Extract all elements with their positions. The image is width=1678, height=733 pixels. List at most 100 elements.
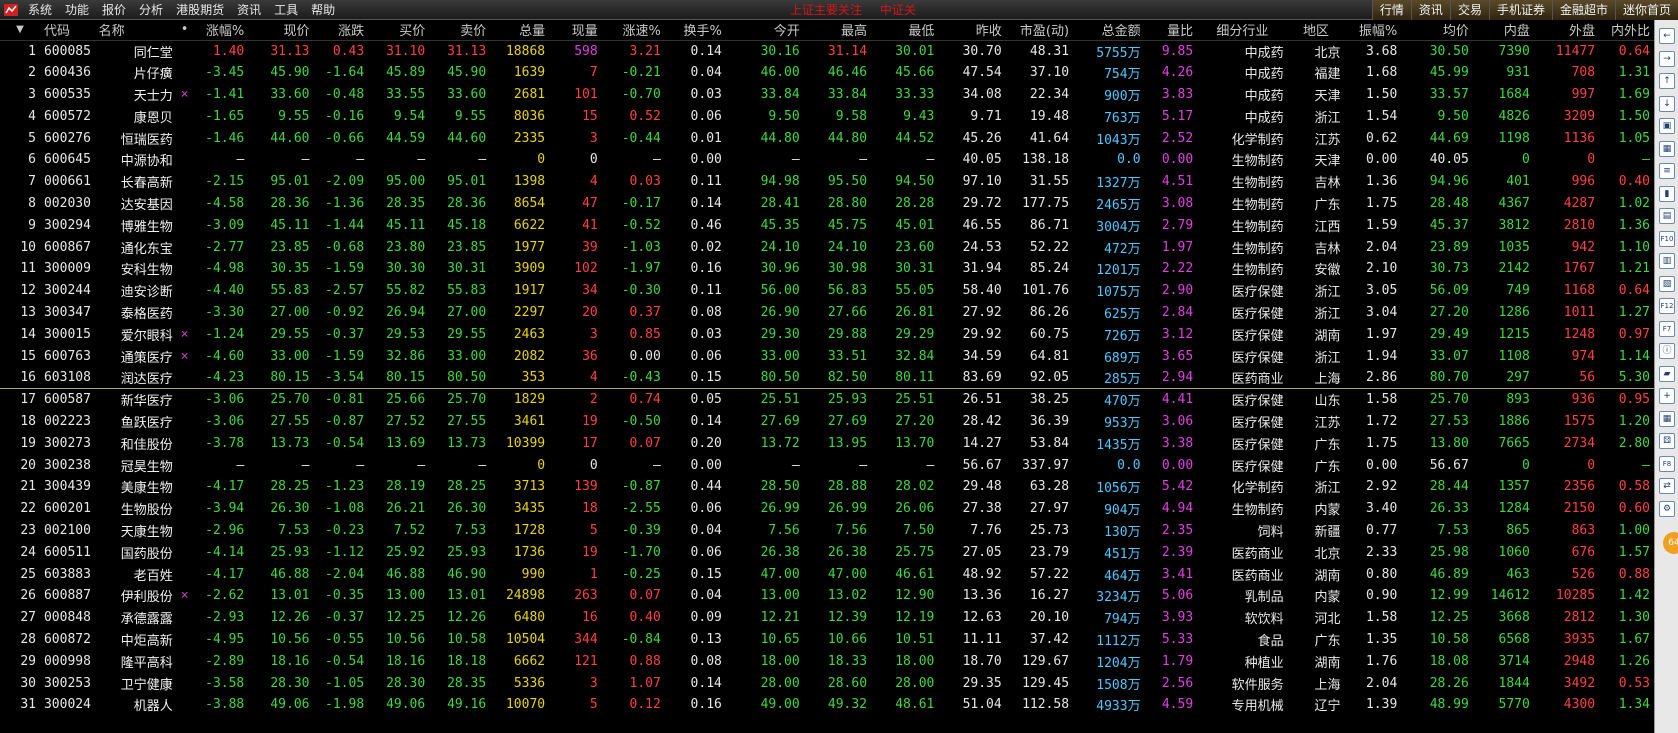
- column-header-16[interactable]: 昨收: [938, 20, 1006, 41]
- table-row[interactable]: 22 600201 生物股份 -3.94 26.30 -1.08 26.21 26.30 343…: [0, 498, 1654, 520]
- table-row[interactable]: 10 600867 通化东宝 -2.77 23.85 -0.68 23.80 23.85 197…: [0, 236, 1654, 258]
- table-row[interactable]: 13 300347 泰格医药 -3.30 27.00 -0.92 26.94 27.00 229…: [0, 302, 1654, 324]
- arrow-up-icon[interactable]: ↑: [1659, 73, 1675, 89]
- column-header-3[interactable]: •: [176, 20, 190, 41]
- top-button-1[interactable]: 资讯: [1410, 0, 1450, 20]
- arrow-down-icon[interactable]: ↓: [1659, 95, 1675, 112]
- table-row[interactable]: 28 600872 中炬高新 -4.95 10.56 -0.55 10.56 10.58 105…: [0, 629, 1654, 651]
- table-row[interactable]: 4 600572 康恩贝 -1.65 9.55 -0.16 9.54 9.55 8036 15 0.…: [0, 105, 1654, 127]
- column-header-14[interactable]: 最高: [803, 20, 872, 41]
- column-header-4[interactable]: 涨幅%: [189, 20, 249, 41]
- column-header-23[interactable]: 均价: [1401, 20, 1473, 41]
- arrow-left-icon[interactable]: ←: [1659, 28, 1675, 44]
- top-button-0[interactable]: 行情: [1371, 0, 1411, 20]
- column-header-19[interactable]: 量比: [1144, 20, 1198, 41]
- notification-badge[interactable]: 64: [1663, 532, 1678, 554]
- column-header-2[interactable]: 名称: [94, 20, 177, 41]
- info-icon[interactable]: ⓘ: [1659, 343, 1675, 359]
- grid-icon[interactable]: ▤: [1659, 208, 1675, 224]
- column-header-11[interactable]: 涨速%: [601, 20, 665, 41]
- table-row[interactable]: 1 600085 同仁堂 1.40 31.13 0.43 31.10 31.13 18868 59…: [0, 40, 1654, 62]
- dice-icon[interactable]: ⚄: [1659, 433, 1675, 449]
- menu-item-6[interactable]: 工具: [270, 0, 307, 20]
- menu-item-0[interactable]: 系统: [24, 0, 61, 20]
- table-row[interactable]: 31 300024 机器人 -3.88 49.06 -1.98 49.06 49.16 1007…: [0, 694, 1654, 716]
- table-row[interactable]: 7 000661 长春高新 -2.15 95.01 -2.09 95.00 95.01 1398…: [0, 171, 1654, 193]
- column-header-25[interactable]: 外盘: [1533, 20, 1600, 41]
- menu-item-5[interactable]: 资讯: [233, 0, 270, 20]
- column-header-6[interactable]: 涨跌: [313, 20, 369, 41]
- column-header-17[interactable]: 市盈(动): [1005, 20, 1074, 41]
- menu-item-7[interactable]: 帮助: [307, 0, 344, 20]
- quote-table-container[interactable]: ▼ 代码 名称 • 涨幅% 现价 涨跌 买价 卖价 总量 现量 涨速% 换手% 今开 最高 最低 昨收 市盈(动)…: [0, 20, 1654, 733]
- table-icon[interactable]: ▦: [1659, 410, 1675, 427]
- f12-icon[interactable]: F12: [1659, 298, 1675, 314]
- column-header-24[interactable]: 内盘: [1472, 20, 1534, 41]
- column-header-7[interactable]: 买价: [368, 20, 430, 41]
- column-header-5[interactable]: 现价: [248, 20, 314, 41]
- prev-close: 97.10: [962, 174, 1002, 190]
- table-row[interactable]: 26 600887 伊利股份 × -2.62 13.01 -0.35 13.00 13.01 24…: [0, 585, 1654, 607]
- f7-icon[interactable]: F7: [1659, 320, 1675, 337]
- table-row[interactable]: 5 600276 恒瑞医药 -1.46 44.60 -0.66 44.59 44.60 2335…: [0, 127, 1654, 149]
- table-row[interactable]: 23 002100 天康生物 -2.96 7.53 -0.23 7.52 7.53 1728 5 -…: [0, 520, 1654, 542]
- table-row[interactable]: 6 600645 中源协和 — — — — —0 0—0.00— — —40.05 138.18 0.0…: [0, 149, 1654, 171]
- table-row[interactable]: 2 600436 片仔癀 -3.45 45.90 -1.64 45.89 45.90 1639 7…: [0, 62, 1654, 84]
- table-row[interactable]: 18 002223 鱼跃医疗 -3.06 27.55 -0.87 27.52 27.55 346…: [0, 411, 1654, 433]
- table-row[interactable]: 15 600763 通策医疗 × -4.60 33.00 -1.59 32.86 33.00 20…: [0, 345, 1654, 367]
- arrow-right-icon[interactable]: →: [1659, 50, 1675, 67]
- column-header-22[interactable]: 振幅%: [1344, 20, 1402, 41]
- column-header-8[interactable]: 卖价: [429, 20, 491, 41]
- table-row[interactable]: 19 300273 和佳股份 -3.78 13.73 -0.54 13.69 13.73 103…: [0, 432, 1654, 454]
- window-icon[interactable]: ▣: [1659, 118, 1675, 134]
- column-header-20[interactable]: 细分行业: [1197, 20, 1288, 41]
- trade-icon[interactable]: ⇄: [1659, 478, 1675, 494]
- table-row[interactable]: 24 600511 国药股份 -4.14 25.93 -1.12 25.92 25.93 173…: [0, 541, 1654, 563]
- column-header-13[interactable]: 今开: [725, 20, 804, 41]
- table-row[interactable]: 8 002030 达安基因 -4.58 28.36 -1.36 28.35 28.36 8654…: [0, 193, 1654, 215]
- plus-icon[interactable]: +: [1659, 388, 1675, 404]
- column-header-12[interactable]: 换手%: [664, 20, 726, 41]
- menu-item-3[interactable]: 分析: [135, 0, 172, 20]
- table-row[interactable]: 17 600587 新华医疗 -3.06 25.70 -0.81 25.66 25.70 182…: [0, 389, 1654, 411]
- table-row[interactable]: 27 000848 承德露露 -2.93 12.26 -0.37 12.25 12.26 648…: [0, 607, 1654, 629]
- candle-icon[interactable]: ▮: [1659, 185, 1675, 202]
- column-header-10[interactable]: 现量: [549, 20, 602, 41]
- column-header-1[interactable]: 代码: [39, 20, 95, 41]
- table-row[interactable]: 9 300294 博雅生物 -3.09 45.11 -1.44 45.11 45.18 6622…: [0, 214, 1654, 236]
- table-row[interactable]: 25 603883 老百姓 -4.17 46.88 -2.04 46.88 46.90 990 1…: [0, 563, 1654, 585]
- table-row[interactable]: 21 300439 美康生物 -4.17 28.25 -1.23 28.19 28.25 371…: [0, 476, 1654, 498]
- column-header-21[interactable]: 地区: [1287, 20, 1345, 41]
- top-button-5[interactable]: 迷你首页: [1614, 0, 1678, 20]
- f8-icon[interactable]: F8: [1659, 455, 1675, 472]
- table-row[interactable]: 12 300244 迪安诊断 -4.40 55.83 -2.57 55.82 55.83 191…: [0, 280, 1654, 302]
- doc-icon[interactable]: ▧: [1659, 275, 1675, 292]
- column-header-15[interactable]: 最低: [871, 20, 939, 41]
- table-row[interactable]: 3 600535 天士力 × -1.41 33.60 -0.48 33.55 33.60 2681…: [0, 84, 1654, 106]
- menu-item-2[interactable]: 报价: [98, 0, 135, 20]
- mark-icon: [177, 607, 190, 629]
- menu-item-1[interactable]: 功能: [61, 0, 98, 20]
- sort-arrow-icon[interactable]: ▼: [0, 20, 40, 41]
- change-speed: -0.17: [621, 195, 661, 211]
- top-button-4[interactable]: 金融超市: [1551, 0, 1615, 20]
- f10-icon[interactable]: F10: [1659, 230, 1675, 247]
- chart-icon[interactable]: ▦: [1659, 140, 1675, 157]
- table-row[interactable]: 30 300253 卫宁健康 -3.58 28.30 -1.05 28.30 28.35 533…: [0, 672, 1654, 694]
- book-icon[interactable]: ▥: [1659, 253, 1675, 269]
- top-button-3[interactable]: 手机证券: [1488, 0, 1552, 20]
- top-button-2[interactable]: 交易: [1449, 0, 1489, 20]
- table-row[interactable]: 11 300009 安科生物 -4.98 30.35 -1.59 30.30 30.31 390…: [0, 258, 1654, 280]
- gear-icon[interactable]: ⚙: [1659, 500, 1675, 517]
- table-row[interactable]: 16 603108 润达医疗 -4.23 80.15 -3.54 80.15 80.50 353…: [0, 366, 1654, 390]
- table-row[interactable]: 14 300015 爱尔眼科 × -1.24 29.55 -0.37 29.53 29.55 24…: [0, 323, 1654, 345]
- list-icon[interactable]: ≡: [1659, 163, 1675, 179]
- cell-8: 13.01: [447, 588, 487, 604]
- table-row[interactable]: 29 000998 隆平高科 -2.89 18.16 -0.54 18.16 18.18 666…: [0, 650, 1654, 672]
- menu-item-4[interactable]: 港股期货: [172, 0, 233, 20]
- table-row[interactable]: 20 300238 冠昊生物 — — — — —0 0—0.00— — —56.67 337.97 0.…: [0, 454, 1654, 476]
- column-header-18[interactable]: 总金额: [1073, 20, 1145, 41]
- column-header-26[interactable]: 内外比: [1599, 20, 1654, 41]
- column-header-9[interactable]: 总量: [490, 20, 550, 41]
- folder-icon[interactable]: ▰: [1659, 365, 1675, 382]
